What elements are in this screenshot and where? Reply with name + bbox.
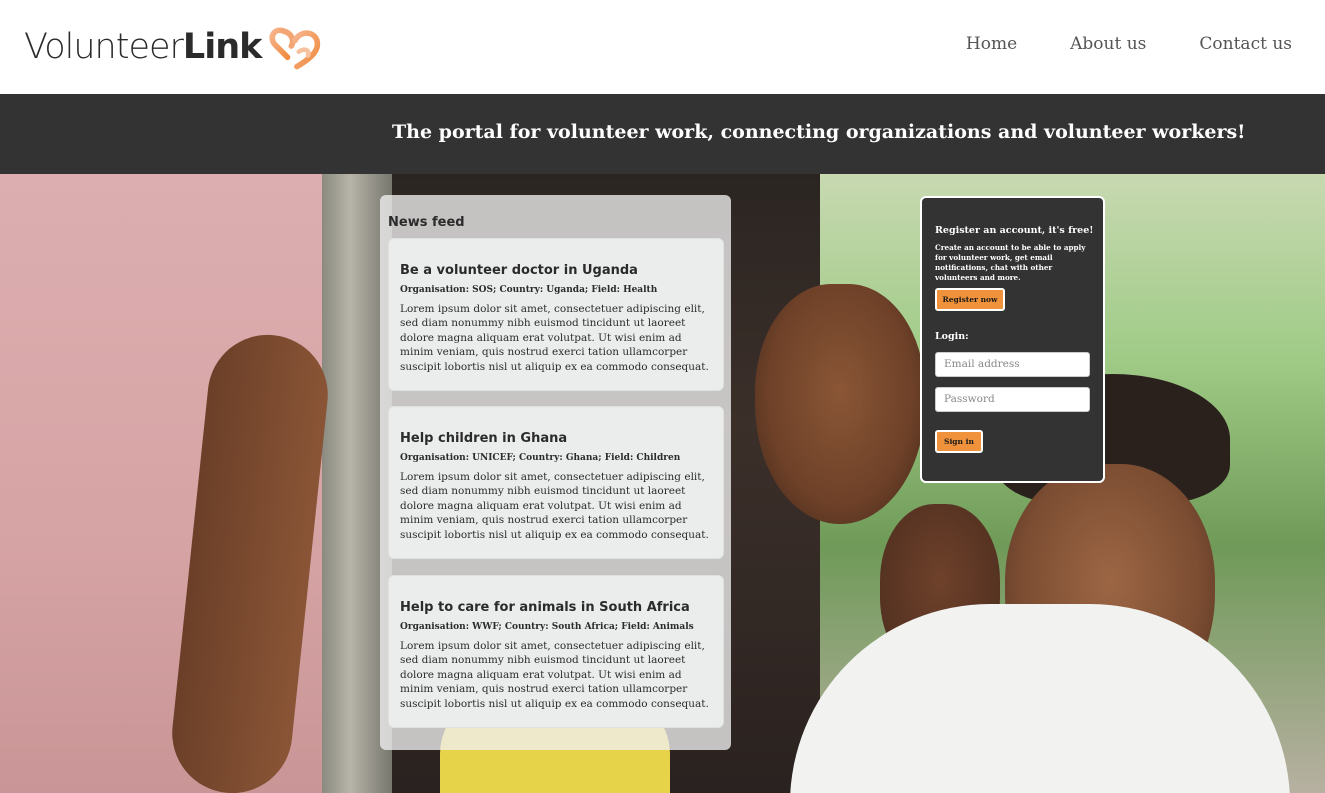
news-feed-title: News feed [388, 215, 465, 230]
news-card-body: Lorem ipsum dolor sit amet, consectetuer… [400, 303, 709, 373]
main-nav: Home About us Contact us [966, 34, 1292, 54]
sign-in-button[interactable]: Sign in [935, 430, 983, 453]
news-card[interactable]: Help to care for animals in South Africa… [388, 575, 724, 728]
news-card-title[interactable]: Be a volunteer doctor in Uganda [400, 263, 638, 278]
nav-contact-us[interactable]: Contact us [1199, 34, 1292, 54]
news-card-body: Lorem ipsum dolor sit amet, consectetuer… [400, 640, 709, 710]
register-description: Create an account to be able to apply fo… [935, 243, 1086, 282]
register-button[interactable]: Register now [935, 288, 1005, 311]
news-card-meta: Organisation: WWF; Country: South Africa… [400, 622, 694, 632]
email-field[interactable]: Email address [935, 352, 1090, 377]
login-label: Login: [935, 331, 969, 342]
nav-home[interactable]: Home [966, 34, 1017, 54]
news-card[interactable]: Help children in Ghana Organisation: UNI… [388, 406, 724, 559]
news-card-title[interactable]: Help to care for animals in South Africa [400, 600, 690, 615]
heart-logo-icon [269, 27, 321, 70]
logo-text-bold: Link [182, 27, 262, 67]
site-header: VolunteerLink Home About us Contact us [0, 0, 1325, 94]
password-field[interactable]: Password [935, 387, 1090, 412]
tagline-text: The portal for volunteer work, connectin… [392, 121, 1246, 143]
logo-text: VolunteerLink [24, 27, 262, 67]
register-title: Register an account, it's free! [935, 225, 1094, 236]
logo[interactable]: VolunteerLink [24, 20, 323, 74]
news-card-title[interactable]: Help children in Ghana [400, 431, 567, 446]
nav-about-us[interactable]: About us [1070, 34, 1146, 54]
news-card-meta: Organisation: SOS; Country: Uganda; Fiel… [400, 285, 658, 295]
news-card[interactable]: Be a volunteer doctor in Uganda Organisa… [388, 238, 724, 391]
hero-face [755, 284, 925, 524]
tagline-banner: The portal for volunteer work, connectin… [0, 94, 1325, 174]
news-feed-panel: News feed Be a volunteer doctor in Ugand… [380, 195, 731, 750]
register-login-panel: Register an account, it's free! Create a… [920, 196, 1105, 483]
news-card-meta: Organisation: UNICEF; Country: Ghana; Fi… [400, 453, 681, 463]
logo-text-light: Volunteer [24, 27, 184, 67]
news-card-body: Lorem ipsum dolor sit amet, consectetuer… [400, 471, 709, 541]
